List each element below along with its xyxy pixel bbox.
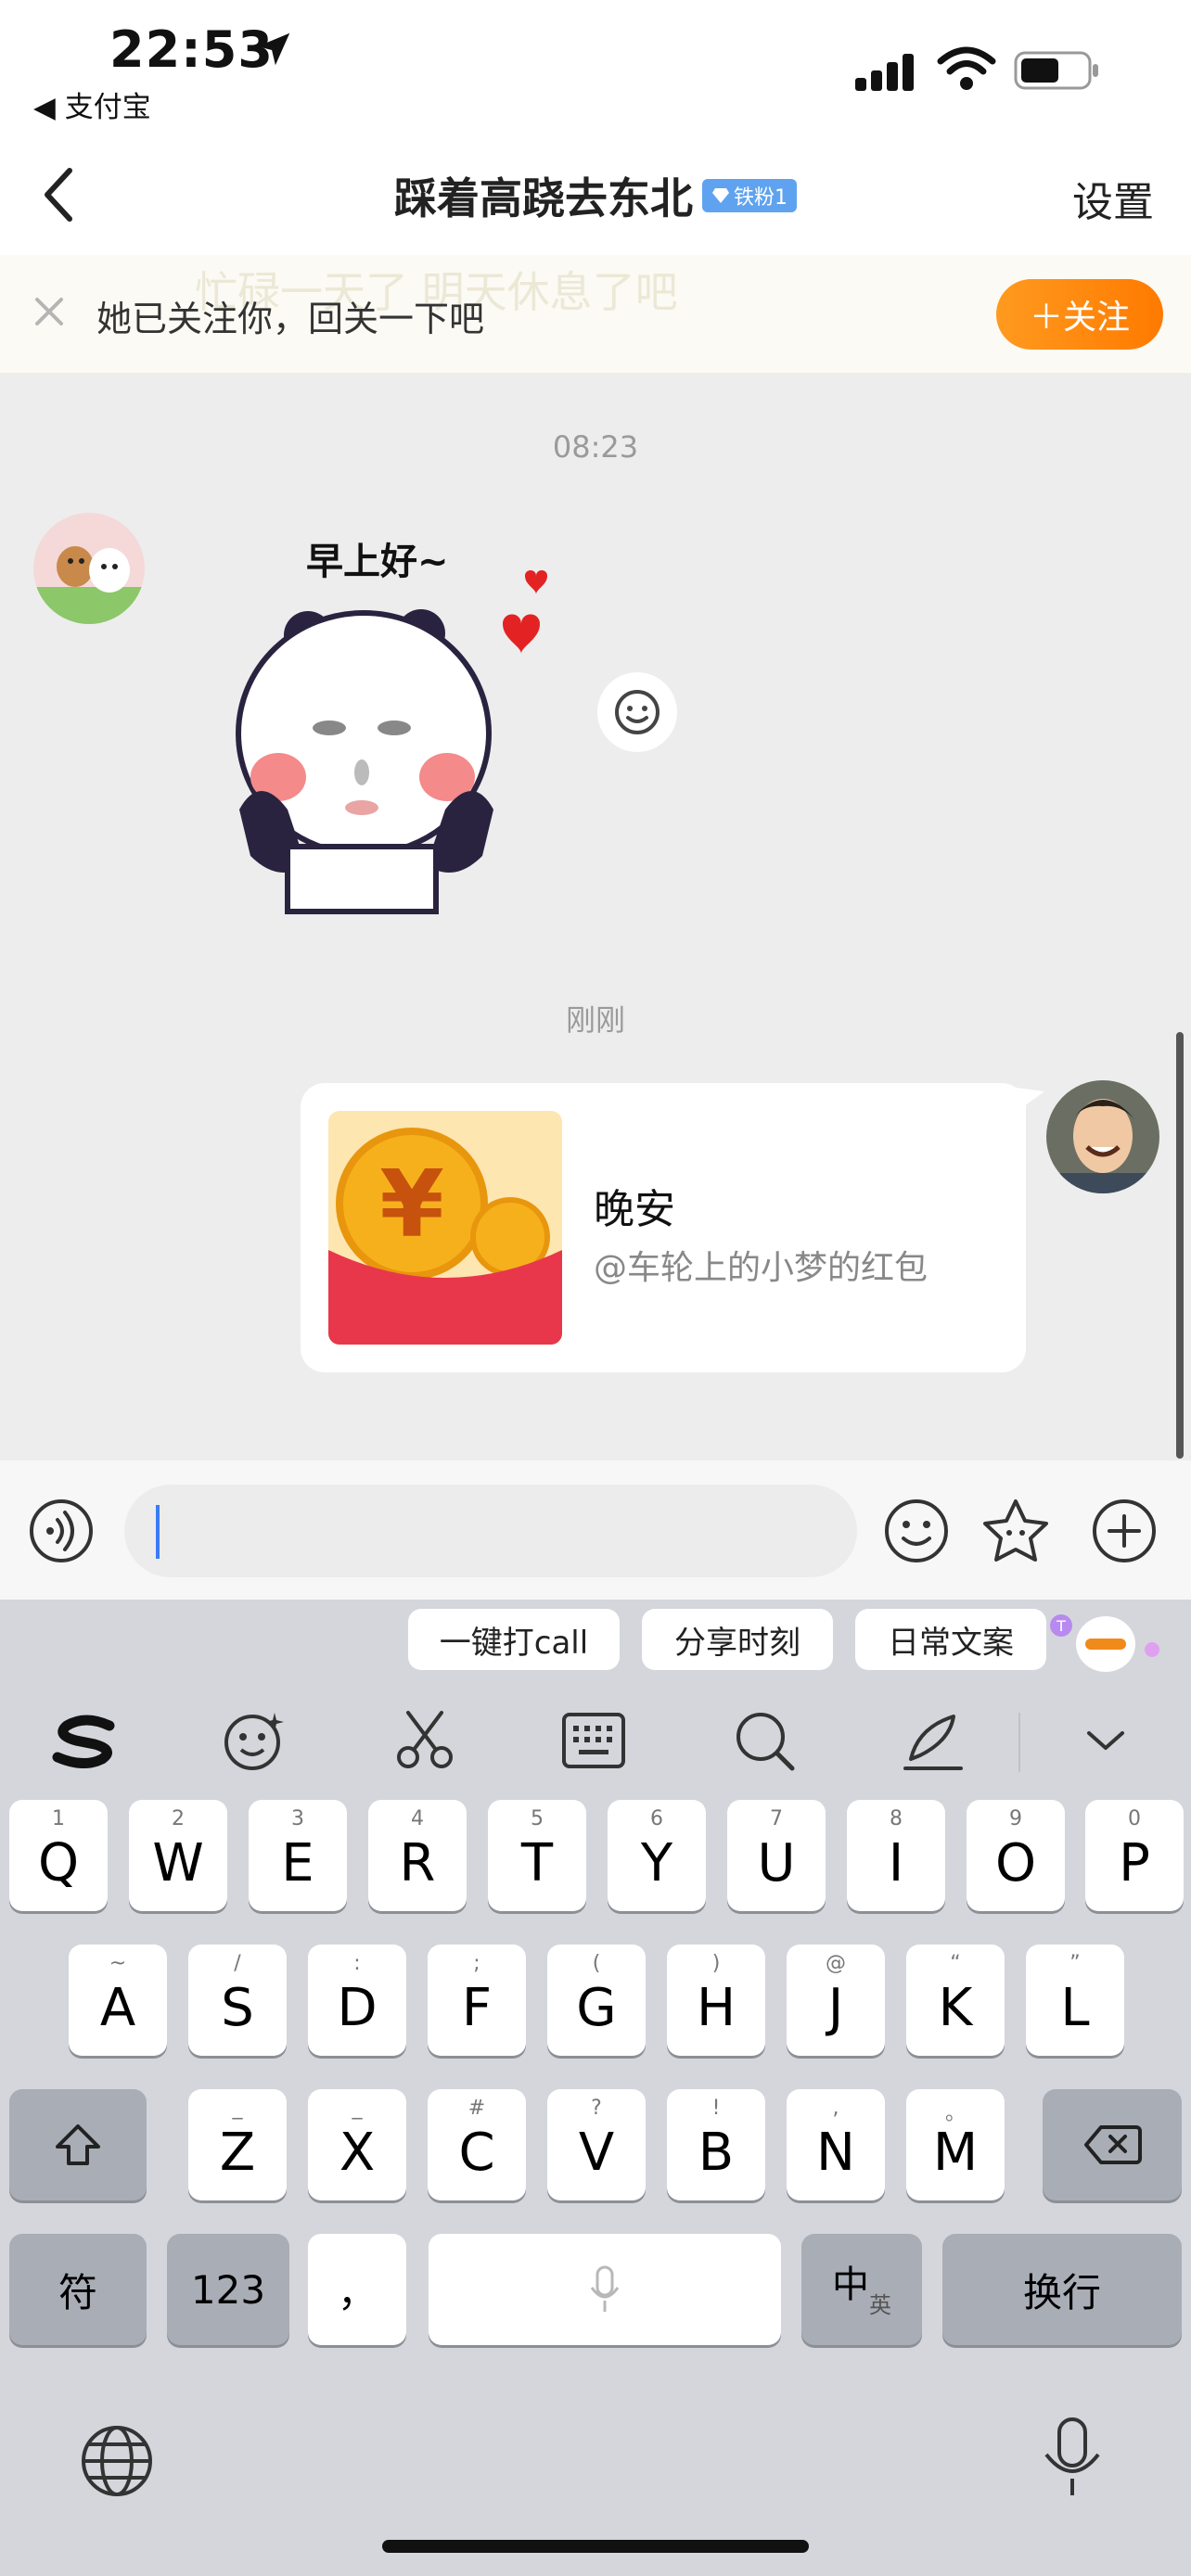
mascot-icon[interactable]: T [1048,1601,1163,1676]
key-t[interactable]: 5T [488,1800,586,1911]
chat-title-text: 踩着高跷去东北 [394,173,693,223]
key-e[interactable]: 3E [249,1800,347,1911]
status-time: 22:53 [109,20,274,79]
key-s[interactable]: / S [188,1945,287,2056]
key-v[interactable]: ? V [547,2089,646,2200]
signal-icon [855,54,914,91]
punctuation-key[interactable]: ， [308,2234,406,2345]
return-key[interactable]: 换行 [942,2234,1182,2345]
red-packet-subtitle: @车轮上的小梦的红包 [594,1249,928,1287]
bubble-tail [1017,1088,1044,1112]
pen-icon[interactable] [887,1694,980,1787]
numbers-key[interactable]: 123 [167,2234,289,2345]
sticker-message[interactable]: 早上好~ [223,531,575,921]
keyboard: 一键打call 分享时刻 日常文案 T 1Q 2W 3 E 4 R 5 T 6 … [0,1600,1191,2576]
scrollbar[interactable] [1176,1032,1184,1459]
my-avatar[interactable] [1046,1080,1159,1193]
key-c[interactable]: # C [428,2089,526,2200]
sticker-face-icon [615,690,660,734]
banner-text: 她已关注你，回关一下吧 [96,299,485,339]
add-sticker-button[interactable] [597,672,677,752]
search-icon[interactable] [718,1694,811,1787]
key-k[interactable]: “K [906,1945,1005,2056]
red-packet-message[interactable]: ¥ 晚安 @车轮上的小梦的红包 [301,1083,1026,1372]
key-r[interactable]: 4R [368,1800,467,1911]
swipe-s-icon[interactable] [39,1694,132,1787]
sticker-star-icon[interactable] [981,1498,1050,1564]
home-indicator[interactable] [382,2540,809,2553]
space-key[interactable] [429,2234,781,2345]
key-o[interactable]: 9O [967,1800,1065,1911]
delete-icon [1084,2125,1142,2164]
key-i[interactable]: 8I [847,1800,945,1911]
status-bar: 22:53 ◀ 支付宝 [0,0,1191,139]
globe-icon[interactable] [78,2422,156,2500]
sender-avatar-image [33,513,145,624]
svg-text:¥: ¥ [379,1150,444,1258]
red-packet-title: 晚安 [594,1186,675,1233]
my-avatar-image [1046,1080,1159,1193]
svg-text:T: T [1056,1617,1066,1635]
key-a[interactable]: ~ A [69,1945,167,2056]
key-n[interactable]: ,N [787,2089,885,2200]
suggestion-chip[interactable]: 日常文案 [855,1609,1046,1670]
voice-icon[interactable] [28,1498,95,1564]
chevron-down-icon[interactable] [1059,1694,1152,1787]
keyboard-icon[interactable] [547,1694,640,1787]
key-b[interactable]: ! B [667,2089,765,2200]
mic-icon[interactable] [1039,2416,1106,2501]
message-input[interactable] [124,1485,857,1577]
follow-back-button[interactable]: ＋关注 [996,279,1163,350]
nav-bar: 踩着高跷去东北 铁粉1 设置 [0,139,1191,255]
key-x[interactable]: _ X [308,2089,406,2200]
shift-icon [56,2124,100,2165]
sender-avatar[interactable] [33,513,145,624]
toolbar-divider [1018,1713,1020,1772]
key-p[interactable]: 0P [1085,1800,1184,1911]
key-d[interactable]: :D [308,1945,406,2056]
suggestion-chip[interactable]: 一键打call [408,1609,620,1670]
battery-icon [1014,51,1098,90]
key-j[interactable]: @ J [787,1945,885,2056]
chat-area[interactable]: 08:23 早上好~ 刚刚 ¥ 晚安 @车轮上的小梦的红包 [0,374,1191,1460]
plus-icon[interactable] [1091,1498,1158,1564]
chat-title: 踩着高跷去东北 铁粉1 [0,165,1191,226]
mic-small-icon [590,2265,620,2312]
sticker-caption: 早上好~ [306,541,449,583]
symbols-key[interactable]: 符 [9,2234,147,2345]
message-composer [0,1460,1191,1600]
key-l[interactable]: ” L [1026,1945,1124,2056]
fan-badge: 铁粉1 [702,179,797,212]
back-to-app-link[interactable]: ◀ 支付宝 [33,83,151,125]
key-f[interactable]: ; F [428,1945,526,2056]
delete-key[interactable] [1043,2089,1182,2200]
timestamp: 08:23 [552,429,639,465]
wifi-icon [937,46,996,90]
follow-banner: 忙碌一天了 明天休息了吧 她已关注你，回关一下吧 ＋关注 [0,255,1191,374]
language-key[interactable]: 中 英 [801,2234,922,2345]
key-w[interactable]: 2W [129,1800,227,1911]
settings-button[interactable]: 设置 [1072,169,1154,228]
key-h[interactable]: ) H [667,1945,765,2056]
close-icon[interactable] [28,290,70,333]
suggestion-chip[interactable]: 分享时刻 [642,1609,833,1670]
key-y[interactable]: 6Y [608,1800,706,1911]
text-caret [156,1505,160,1559]
key-u[interactable]: 7U [727,1800,826,1911]
timestamp: 刚刚 [565,1002,625,1038]
red-packet-icon: ¥ [328,1111,562,1345]
diamond-icon [712,188,729,203]
location-arrow-icon [257,32,290,66]
key-z[interactable]: _ Z [188,2089,287,2200]
shift-key[interactable] [9,2089,147,2200]
emoji-icon[interactable] [883,1498,950,1564]
face-icon[interactable] [208,1694,301,1787]
key-m[interactable]: 。 M [906,2089,1005,2200]
scissors-icon[interactable] [378,1694,471,1787]
panda-sticker-image [236,570,547,914]
key-q[interactable]: 1Q [9,1800,108,1911]
keyboard-toolbar [0,1685,1191,1796]
key-g[interactable]: (G [547,1945,646,2056]
